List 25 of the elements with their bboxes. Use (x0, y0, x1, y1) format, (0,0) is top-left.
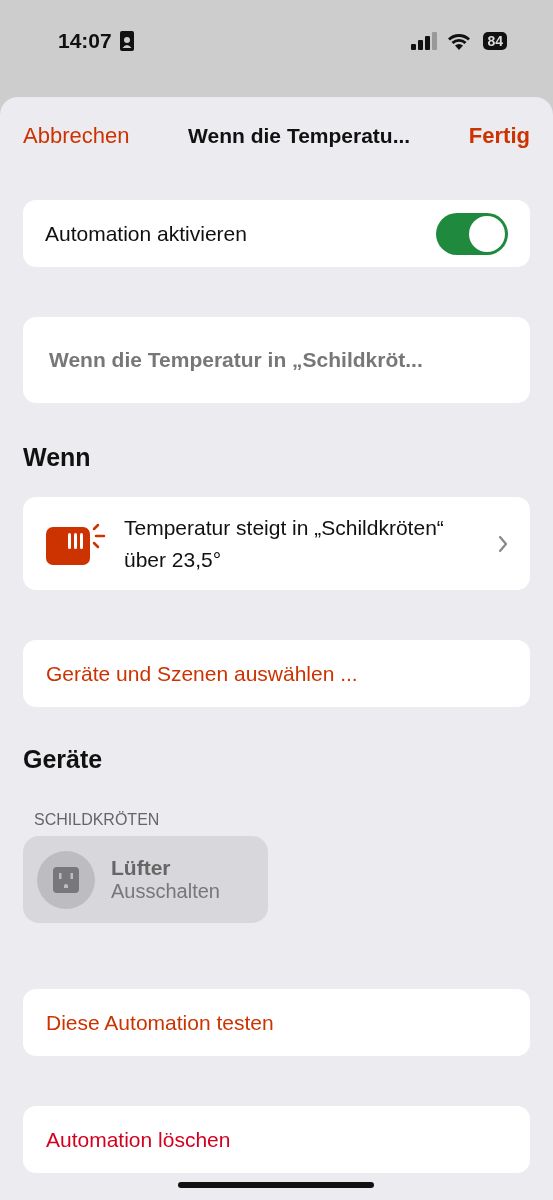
toggle-label: Automation aktivieren (45, 221, 247, 246)
device-action: Ausschalten (111, 880, 220, 903)
section-heading: Geräte (23, 745, 104, 775)
device-name: Lüfter (111, 856, 172, 880)
test-button[interactable]: Diese Automation testen (23, 989, 530, 1056)
sheet-title: Wenn die Temperatu... (188, 124, 411, 148)
status-time: 14:07 (58, 28, 112, 53)
trigger-row[interactable]: Temperatur steigt in „Schildkröten“ über 23,5° (23, 497, 530, 590)
cancel-button[interactable]: Abbrechen (23, 123, 130, 149)
done-button[interactable]: Fertig (468, 123, 530, 149)
outlet-icon (37, 850, 95, 909)
id-badge-icon (119, 30, 134, 51)
chevron-icon (498, 534, 508, 553)
room-label: SCHILDKRÖTEN (33, 811, 161, 829)
wifi-icon (447, 31, 472, 50)
toggle-switch[interactable] (436, 212, 508, 255)
battery-indicator: 84 (483, 31, 507, 50)
select-devices-button[interactable]: Geräte und Szenen auswählen ... (23, 640, 530, 707)
trigger-text: Temperatur steigt in „Schildkröten“ über 23,5° (124, 515, 445, 573)
delete-button[interactable]: Automation löschen (23, 1106, 530, 1173)
signal-icon (411, 31, 440, 50)
device-tile[interactable]: Lüfter Ausschalten (23, 836, 268, 923)
thermostat-icon (46, 522, 106, 565)
section-heading: Wenn (23, 443, 92, 473)
name-field[interactable]: Wenn die Temperatur in „Schildkröt... (23, 317, 530, 403)
